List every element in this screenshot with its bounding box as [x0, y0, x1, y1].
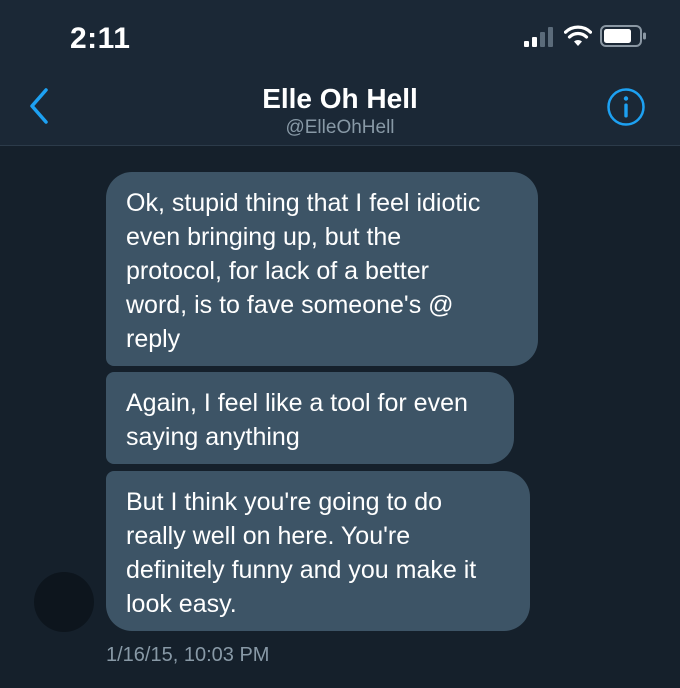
- message-bubble[interactable]: But I think you're going to do really we…: [106, 471, 530, 631]
- contact-handle: @ElleOhHell: [285, 117, 395, 138]
- cellular-signal-icon: [524, 27, 556, 47]
- avatar[interactable]: [34, 572, 94, 632]
- conversation-title: Elle Oh Hell @ElleOhHell: [140, 82, 540, 140]
- contact-name: Elle Oh Hell: [262, 83, 418, 114]
- chevron-left-icon: [30, 88, 48, 124]
- conversation-header: Elle Oh Hell @ElleOhHell: [0, 70, 680, 146]
- message-bubble[interactable]: Again, I feel like a tool for even sayin…: [106, 372, 514, 464]
- info-icon: [607, 88, 645, 126]
- wifi-icon: [564, 25, 592, 46]
- message-timestamp: 1/16/15, 10:03 PM: [106, 644, 270, 666]
- status-bar: 2:11: [0, 0, 680, 70]
- info-button[interactable]: [605, 86, 647, 128]
- battery-icon: [600, 25, 646, 47]
- back-button[interactable]: [22, 84, 62, 128]
- status-time: 2:11: [70, 22, 131, 55]
- message-bubble[interactable]: Ok, stupid thing that I feel idiotic eve…: [106, 172, 538, 366]
- message-thread[interactable]: Ok, stupid thing that I feel idiotic eve…: [0, 146, 680, 688]
